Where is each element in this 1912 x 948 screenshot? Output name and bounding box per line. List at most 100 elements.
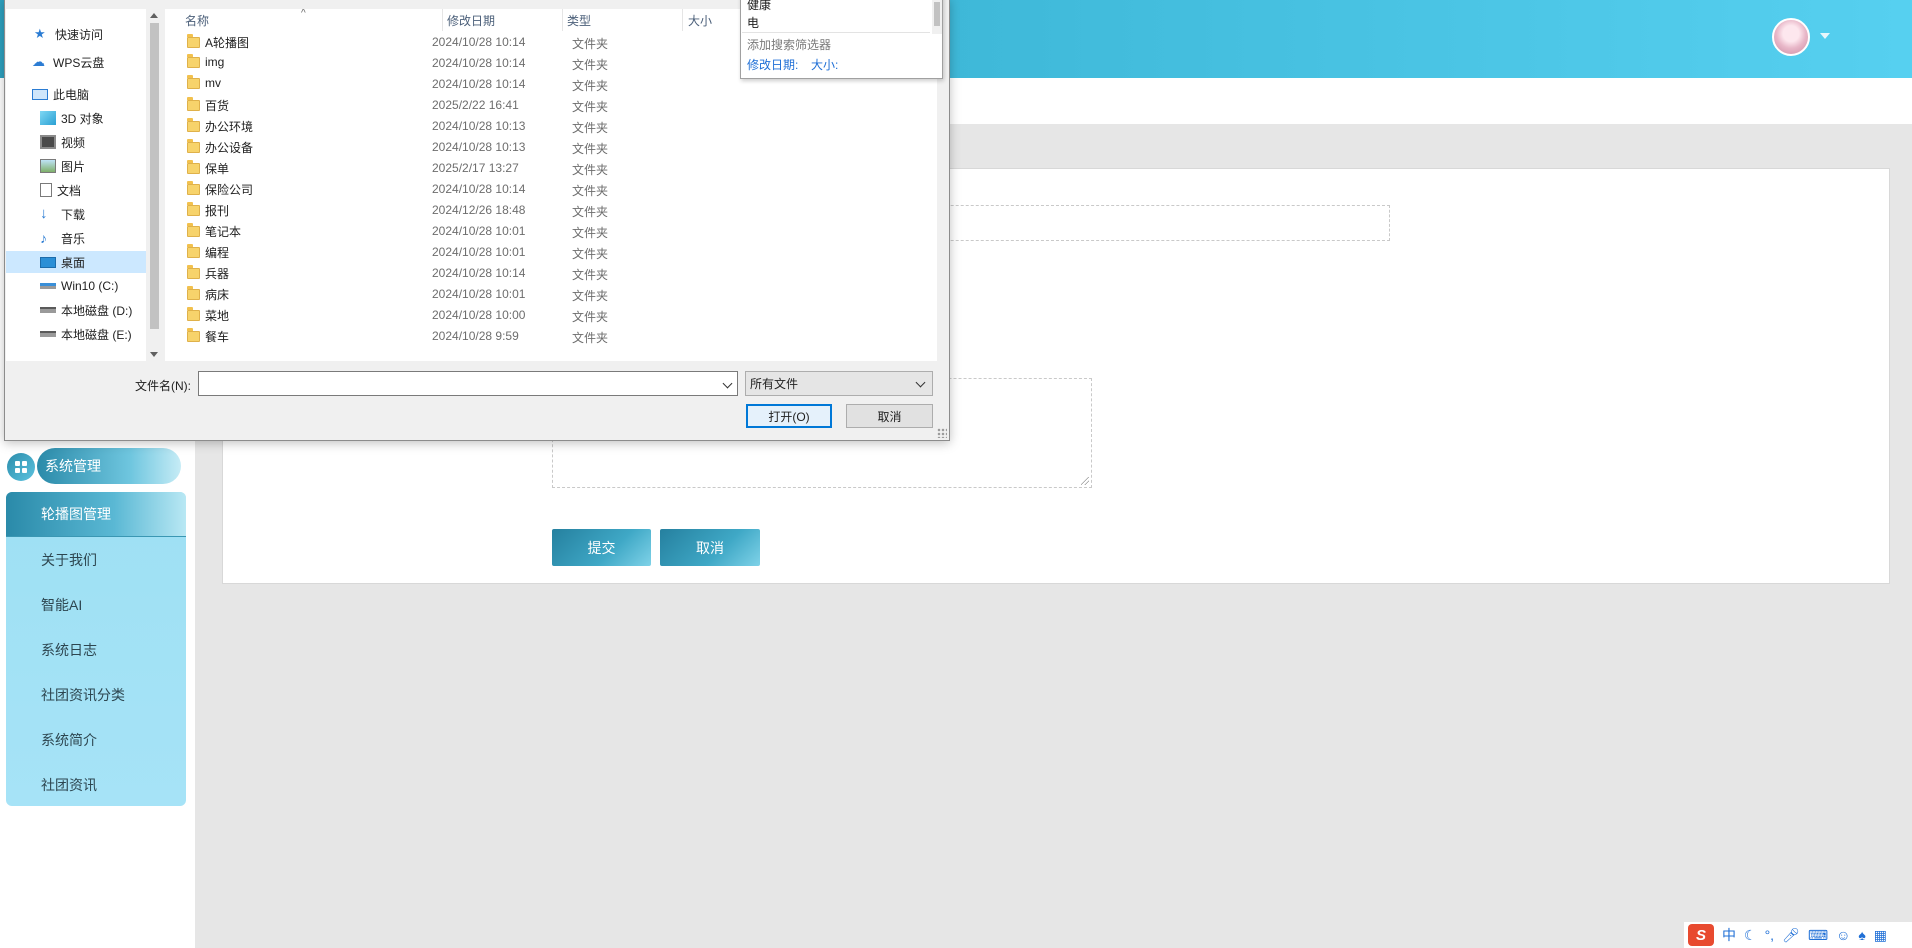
file-name-cell: 菜地 bbox=[187, 307, 229, 324]
search-suggestion[interactable]: 电 bbox=[747, 14, 759, 31]
scroll-down-icon[interactable] bbox=[150, 352, 158, 357]
cancel-button[interactable]: 取消 bbox=[660, 529, 760, 566]
folder-icon bbox=[187, 53, 200, 68]
nav-item-drive-d[interactable]: 本地磁盘 (D:) bbox=[6, 299, 156, 321]
filter-size-link[interactable]: 大小: bbox=[811, 56, 838, 73]
nav-item-documents[interactable]: 文档 bbox=[6, 179, 146, 201]
picture-icon bbox=[40, 159, 56, 173]
nav-item-pictures[interactable]: 图片 bbox=[6, 155, 146, 177]
file-type: 文件夹 bbox=[572, 310, 609, 324]
nav-item-desktop[interactable]: 桌面 bbox=[6, 251, 146, 273]
file-row[interactable]: 菜地 2024/10/28 10:00 文件夹 bbox=[185, 304, 925, 325]
computer-icon bbox=[32, 88, 48, 100]
nav-item-3d-objects[interactable]: 3D 对象 bbox=[6, 107, 146, 129]
add-search-filter-label: 添加搜索筛选器 bbox=[747, 38, 832, 52]
open-button[interactable]: 打开(O) bbox=[746, 404, 832, 428]
nav-item-quick-access[interactable]: ★ 快速访问 bbox=[6, 23, 146, 45]
filter-modified-date-link[interactable]: 修改日期: bbox=[747, 56, 798, 73]
search-filter-popup: 健康 电 添加搜索筛选器 修改日期: 大小: bbox=[740, 0, 943, 79]
file-type: 文件夹 bbox=[572, 289, 609, 303]
sidebar-item-carousel[interactable]: 轮播图管理 bbox=[6, 492, 186, 537]
file-type: 文件夹 bbox=[572, 184, 609, 198]
folder-icon bbox=[187, 265, 200, 279]
ime-mode-indicator[interactable]: 中 bbox=[1722, 928, 1736, 942]
file-name: 保险公司 bbox=[205, 183, 254, 197]
grid-icon bbox=[7, 453, 35, 481]
nav-item-this-pc[interactable]: 此电脑 bbox=[6, 83, 146, 105]
keyboard-icon[interactable]: ⌨ bbox=[1808, 928, 1828, 942]
sidebar-item-intro[interactable]: 系统简介 bbox=[6, 717, 186, 762]
desktop-icon bbox=[40, 256, 56, 268]
punctuation-icon[interactable]: °, bbox=[1765, 928, 1775, 942]
file-row[interactable]: 餐车 2024/10/28 9:59 文件夹 bbox=[185, 325, 925, 346]
nav-item-label: 本地磁盘 (E:) bbox=[61, 327, 132, 342]
file-date: 2024/10/28 10:14 bbox=[432, 182, 526, 196]
nav-item-label: 3D 对象 bbox=[61, 111, 104, 126]
column-header-type[interactable]: 类型 bbox=[547, 9, 667, 31]
file-date: 2024/10/28 10:01 bbox=[432, 224, 526, 238]
nav-item-wps-cloud[interactable]: ☁ WPS云盘 bbox=[6, 51, 146, 73]
file-row[interactable]: 保单 2025/2/17 13:27 文件夹 bbox=[185, 157, 925, 178]
sogou-logo-icon[interactable]: S bbox=[1688, 924, 1714, 946]
resize-grip-icon[interactable] bbox=[1081, 477, 1089, 485]
chevron-down-icon[interactable] bbox=[1820, 33, 1830, 39]
file-name: 餐车 bbox=[205, 330, 230, 344]
file-type: 文件夹 bbox=[572, 205, 609, 219]
file-row[interactable]: 报刊 2024/12/26 18:48 文件夹 bbox=[185, 199, 925, 220]
nav-item-videos[interactable]: 视频 bbox=[6, 131, 146, 153]
file-row[interactable]: 保险公司 2024/10/28 10:14 文件夹 bbox=[185, 178, 925, 199]
nav-item-downloads[interactable]: ↓ 下载 bbox=[6, 203, 146, 225]
drive-icon bbox=[40, 283, 56, 289]
sidebar-item-logs[interactable]: 系统日志 bbox=[6, 627, 186, 672]
nav-scrollbar[interactable] bbox=[146, 9, 163, 361]
nav-item-label: 视频 bbox=[61, 135, 86, 150]
skin-icon[interactable]: ♠ bbox=[1858, 928, 1865, 942]
file-row[interactable]: 病床 2024/10/28 10:01 文件夹 bbox=[185, 283, 925, 304]
popup-scrollbar[interactable] bbox=[932, 0, 942, 34]
nav-scroll-thumb[interactable] bbox=[150, 23, 159, 329]
sidebar-item-news[interactable]: 社团资讯 bbox=[6, 762, 186, 806]
drive-icon bbox=[40, 331, 56, 337]
file-name: mv bbox=[205, 76, 221, 90]
scroll-up-icon[interactable] bbox=[150, 13, 158, 18]
nav-item-label: 快速访问 bbox=[55, 27, 104, 42]
file-date: 2024/10/28 10:13 bbox=[432, 119, 526, 133]
submit-button[interactable]: 提交 bbox=[552, 529, 651, 566]
filetype-select[interactable]: 所有文件 bbox=[745, 371, 933, 396]
microphone-icon[interactable]: 🎤︎ bbox=[1782, 928, 1800, 942]
file-name: 办公设备 bbox=[205, 141, 254, 155]
sidebar-item-about[interactable]: 关于我们 bbox=[6, 537, 186, 582]
user-avatar[interactable] bbox=[1772, 18, 1810, 56]
nav-item-music[interactable]: ♪ 音乐 bbox=[6, 227, 146, 249]
file-name: 报刊 bbox=[205, 204, 230, 218]
search-suggestion[interactable]: 健康 bbox=[747, 0, 771, 13]
file-row[interactable]: 兵器 2024/10/28 10:14 文件夹 bbox=[185, 262, 925, 283]
column-header-size[interactable]: 大小 bbox=[668, 9, 748, 31]
chevron-down-icon[interactable] bbox=[722, 378, 733, 389]
nav-item-drive-e[interactable]: 本地磁盘 (E:) bbox=[6, 323, 156, 345]
moon-icon[interactable]: ☾ bbox=[1744, 928, 1757, 942]
dialog-cancel-button[interactable]: 取消 bbox=[846, 404, 933, 428]
sidebar-section-system[interactable]: 系统管理 bbox=[37, 448, 181, 484]
filename-input[interactable] bbox=[198, 371, 738, 396]
file-row[interactable]: 百货 2025/2/22 16:41 文件夹 bbox=[185, 94, 925, 115]
file-row[interactable]: 办公设备 2024/10/28 10:13 文件夹 bbox=[185, 136, 925, 157]
folder-icon bbox=[187, 139, 200, 153]
nav-item-label: Win10 (C:) bbox=[61, 279, 119, 293]
column-header-date[interactable]: 修改日期 bbox=[427, 9, 547, 31]
file-row[interactable]: 编程 2024/10/28 10:01 文件夹 bbox=[185, 241, 925, 262]
resize-grip-icon[interactable] bbox=[937, 428, 947, 438]
file-type: 文件夹 bbox=[572, 142, 609, 156]
column-header-name[interactable]: 名称 bbox=[165, 9, 442, 31]
file-type: 文件夹 bbox=[572, 37, 609, 51]
nav-item-drive-c[interactable]: Win10 (C:) bbox=[6, 275, 146, 297]
apps-icon[interactable]: ▦ bbox=[1874, 928, 1887, 942]
file-row[interactable]: 办公环境 2024/10/28 10:13 文件夹 bbox=[185, 115, 925, 136]
folder-icon bbox=[187, 328, 200, 342]
sidebar-item-news-category[interactable]: 社团资讯分类 bbox=[6, 672, 186, 717]
file-type: 文件夹 bbox=[572, 331, 609, 345]
file-row[interactable]: 笔记本 2024/10/28 10:01 文件夹 bbox=[185, 220, 925, 241]
sidebar-item-ai[interactable]: 智能AI bbox=[6, 582, 186, 627]
user-icon[interactable]: ☺ bbox=[1836, 928, 1850, 942]
file-name: 病床 bbox=[205, 288, 230, 302]
